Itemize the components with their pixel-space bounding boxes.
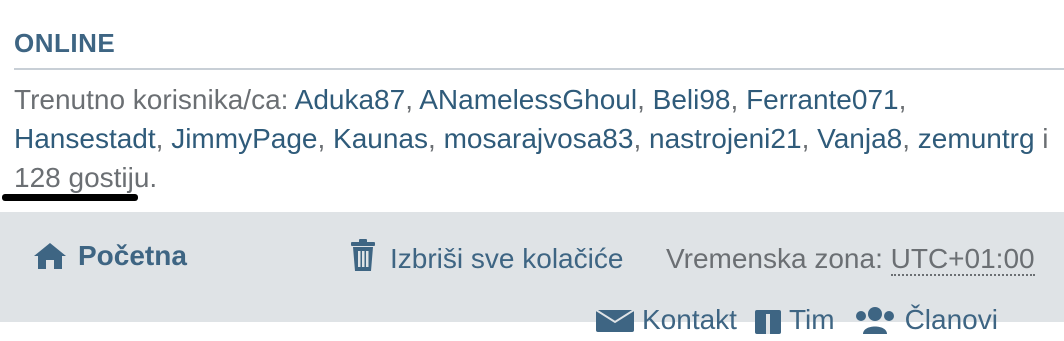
delete-cookies-link[interactable]: Izbriši sve kolačiće bbox=[348, 238, 623, 279]
contact-label: Kontakt bbox=[642, 304, 737, 335]
team-label: Tim bbox=[788, 304, 835, 335]
timezone-value[interactable]: UTC+01:00 bbox=[890, 243, 1035, 276]
footer-bar: Početna Izbriši sve kolačiće Vremenska z… bbox=[0, 212, 1064, 335]
delete-cookies-label: Izbriši sve kolačiće bbox=[390, 242, 624, 274]
user-link-zemuntrg[interactable]: zemuntrg bbox=[918, 123, 1035, 154]
timezone-label: Vremenska zona: bbox=[666, 243, 883, 274]
members-label: Članovi bbox=[904, 304, 998, 335]
online-users-text: Trenutno korisnika/ca: Aduka87, ANameles… bbox=[14, 84, 1049, 193]
shield-icon bbox=[754, 304, 781, 341]
trash-icon bbox=[348, 238, 378, 279]
user-link-nastrojeni21[interactable]: nastrojeni21 bbox=[649, 123, 802, 154]
user-link-hansestadt[interactable]: Hansestadt bbox=[14, 123, 156, 154]
user-link-mosarajvosa83[interactable]: mosarajvosa83 bbox=[444, 123, 634, 154]
online-section: ONLINE Trenutno korisnika/ca: Aduka87, A… bbox=[0, 0, 1064, 212]
user-link-kaunas[interactable]: Kaunas bbox=[333, 123, 428, 154]
home-label: Početna bbox=[78, 240, 187, 271]
divider bbox=[14, 68, 1064, 70]
user-link-ferrante071[interactable]: Ferrante071 bbox=[746, 84, 899, 115]
team-link[interactable]: Tim bbox=[754, 304, 835, 341]
highlight-underline bbox=[2, 194, 138, 201]
timezone: Vremenska zona: UTC+01:00 bbox=[666, 243, 1035, 276]
members-link[interactable]: Članovi bbox=[853, 304, 998, 341]
home-link[interactable]: Početna bbox=[32, 240, 187, 272]
online-heading: ONLINE bbox=[14, 28, 116, 58]
home-icon bbox=[32, 241, 68, 271]
users-icon bbox=[853, 304, 897, 341]
user-link-beli98[interactable]: Beli98 bbox=[653, 84, 731, 115]
user-link-aduka87[interactable]: Aduka87 bbox=[295, 84, 406, 115]
user-link-anamelessghoul[interactable]: ANamelessGhoul bbox=[419, 84, 637, 115]
footer-links-row: Kontakt Tim Članovi bbox=[595, 304, 998, 341]
user-link-vanja8[interactable]: Vanja8 bbox=[817, 123, 902, 154]
user-link-jimmypage[interactable]: JimmyPage bbox=[171, 123, 317, 154]
online-prefix: Trenutno korisnika/ca: bbox=[14, 84, 289, 115]
